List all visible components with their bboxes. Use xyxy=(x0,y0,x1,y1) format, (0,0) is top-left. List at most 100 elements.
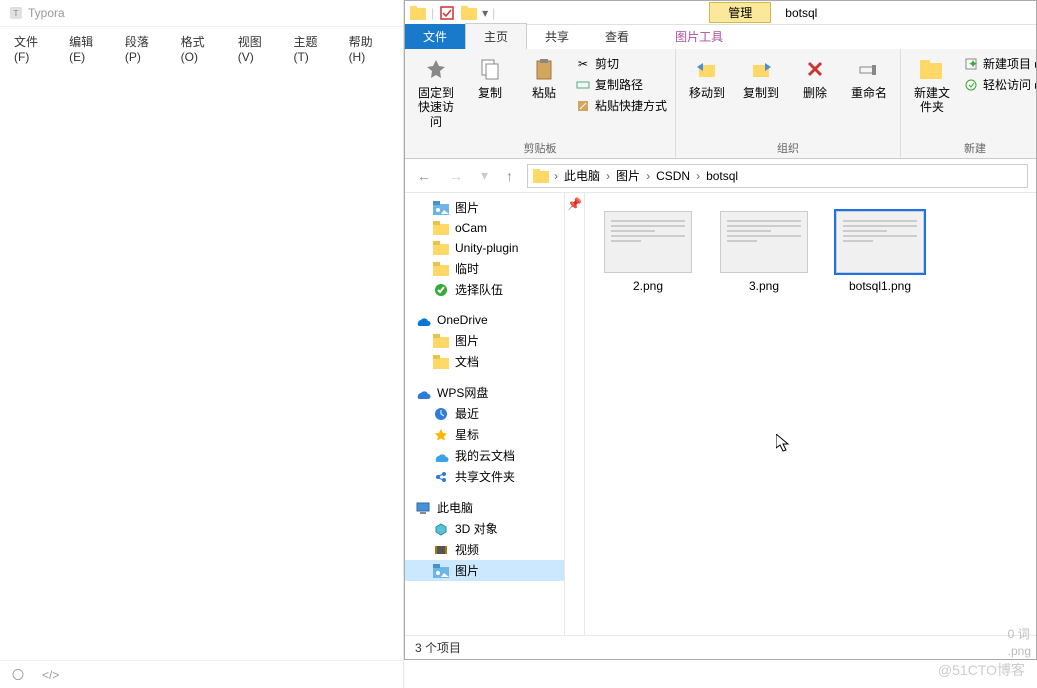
tree-item[interactable]: 选择队伍 xyxy=(405,279,564,300)
ribbon: 固定到快速访问 复制 粘贴 ✂剪切 复制路径 粘贴快捷方式 剪贴板 xyxy=(405,49,1036,159)
copy-to-button[interactable]: 复制到 xyxy=(736,52,786,102)
pin-icon xyxy=(421,54,451,84)
recent-dropdown[interactable]: ▾ xyxy=(477,165,492,186)
tree-item-label: 视频 xyxy=(455,541,479,558)
breadcrumb-csdn[interactable]: CSDN xyxy=(654,169,692,183)
tree-item[interactable]: 最近 xyxy=(405,403,564,424)
tab-file[interactable]: 文件 xyxy=(405,24,465,49)
address-bar[interactable]: › 此电脑 › 图片 › CSDN › botsql xyxy=(527,164,1028,188)
tree-item[interactable]: oCam xyxy=(405,218,564,238)
menu-theme[interactable]: 主题(T) xyxy=(287,31,338,66)
tab-home[interactable]: 主页 xyxy=(465,23,527,49)
menu-paragraph[interactable]: 段落(P) xyxy=(119,31,171,66)
copy-button[interactable]: 复制 xyxy=(465,52,515,102)
tree-item-label: 星标 xyxy=(455,426,479,443)
chevron-right-icon[interactable]: › xyxy=(646,169,650,183)
typora-app-icon: T xyxy=(10,7,22,19)
move-to-button[interactable]: 移动到 xyxy=(682,52,732,102)
file-list[interactable]: 2.png 3.png botsql1.png xyxy=(585,193,1036,635)
tree-item[interactable]: 临时 xyxy=(405,258,564,279)
folder-icon xyxy=(433,354,449,370)
newfolder-icon xyxy=(917,54,947,84)
tree-item[interactable]: 此电脑 xyxy=(405,497,564,518)
tab-share[interactable]: 共享 xyxy=(527,24,587,49)
tree-item-label: 共享文件夹 xyxy=(455,468,515,485)
typora-statusbar: 〇 </> xyxy=(0,660,403,688)
paste-shortcut-button[interactable]: 粘贴快捷方式 xyxy=(573,96,669,115)
cloud-icon xyxy=(433,448,449,464)
file-name: 3.png xyxy=(749,279,779,293)
share-icon xyxy=(433,469,449,485)
menu-format[interactable]: 格式(O) xyxy=(175,31,228,66)
tab-picture-tools[interactable]: 图片工具 xyxy=(657,24,741,49)
content-area: 图片oCamUnity-plugin临时选择队伍OneDrive图片文档WPS网… xyxy=(405,193,1036,635)
back-button[interactable]: ← xyxy=(413,166,435,186)
tree-item[interactable]: 星标 xyxy=(405,424,564,445)
typora-menubar: 文件(F) 编辑(E) 段落(P) 格式(O) 视图(V) 主题(T) 帮助(H… xyxy=(0,27,403,70)
navigation-tree[interactable]: 图片oCamUnity-plugin临时选择队伍OneDrive图片文档WPS网… xyxy=(405,193,565,635)
new-item-button[interactable]: ✦新建项目▸ xyxy=(961,54,1036,73)
delete-button[interactable]: 删除 xyxy=(790,52,840,102)
rename-button[interactable]: 重命名 xyxy=(844,52,894,102)
status-bar: 3 个项目 xyxy=(405,635,1036,659)
copy-path-button[interactable]: 复制路径 xyxy=(573,75,669,94)
navigation-bar: ← → ▾ ↑ › 此电脑 › 图片 › CSDN › botsql xyxy=(405,159,1036,193)
tree-item[interactable]: 我的云文档 xyxy=(405,445,564,466)
pin-to-quick-access-button[interactable]: 固定到快速访问 xyxy=(411,52,461,131)
quick-access-toolbar: | ▾ | 管理 botsql xyxy=(405,1,1036,25)
chevron-right-icon[interactable]: › xyxy=(696,169,700,183)
file-item[interactable]: 3.png xyxy=(711,211,817,293)
menu-help[interactable]: 帮助(H) xyxy=(343,31,395,66)
file-item[interactable]: botsql1.png xyxy=(827,211,933,293)
tree-item[interactable]: OneDrive xyxy=(405,310,564,330)
side-info: 0 词 .png xyxy=(1008,626,1031,660)
menu-edit[interactable]: 编辑(E) xyxy=(63,31,115,66)
file-item[interactable]: 2.png xyxy=(595,211,701,293)
easy-access-button[interactable]: 轻松访问▸ xyxy=(961,75,1036,94)
tree-item-label: Unity-plugin xyxy=(455,241,518,255)
folder-img-icon xyxy=(433,563,449,579)
breadcrumb-pictures[interactable]: 图片 xyxy=(614,167,642,184)
chevron-right-icon[interactable]: › xyxy=(606,169,610,183)
tree-item[interactable]: Unity-plugin xyxy=(405,238,564,258)
ribbon-group-new: 新建文件夹 ✦新建项目▸ 轻松访问▸ 新建 xyxy=(901,49,1036,158)
group-label-new: 新建 xyxy=(964,138,986,156)
qab-dropdown-icon[interactable]: ▾ xyxy=(482,6,488,20)
cut-button[interactable]: ✂剪切 xyxy=(573,54,669,73)
tab-view[interactable]: 查看 xyxy=(587,24,647,49)
tree-item[interactable]: 3D 对象 xyxy=(405,518,564,539)
paste-button[interactable]: 粘贴 xyxy=(519,52,569,102)
folder-icon xyxy=(433,261,449,277)
video-icon xyxy=(433,542,449,558)
tree-item[interactable]: 视频 xyxy=(405,539,564,560)
up-button[interactable]: ↑ xyxy=(502,166,517,186)
menu-file[interactable]: 文件(F) xyxy=(8,31,59,66)
ribbon-tabs: 文件 主页 共享 查看 图片工具 xyxy=(405,25,1036,49)
checkbox-icon[interactable] xyxy=(438,4,456,22)
check-icon xyxy=(433,282,449,298)
menu-view[interactable]: 视图(V) xyxy=(232,31,284,66)
tree-item[interactable]: 图片 xyxy=(405,560,564,581)
tree-item[interactable]: 共享文件夹 xyxy=(405,466,564,487)
forward-button[interactable]: → xyxy=(445,166,467,186)
new-folder-button[interactable]: 新建文件夹 xyxy=(907,52,957,117)
pin-icon: 📌 xyxy=(567,197,582,635)
file-name: 2.png xyxy=(633,279,663,293)
folder-img-icon xyxy=(433,200,449,216)
tree-item-label: 最近 xyxy=(455,405,479,422)
breadcrumb-pc[interactable]: 此电脑 xyxy=(562,167,602,184)
tree-item[interactable]: WPS网盘 xyxy=(405,382,564,403)
tree-item[interactable]: 文档 xyxy=(405,351,564,372)
moveto-icon xyxy=(692,54,722,84)
breadcrumb-botsql[interactable]: botsql xyxy=(704,169,740,183)
folder-icon-2 xyxy=(460,4,478,22)
file-thumbnail xyxy=(836,211,924,273)
tree-item[interactable]: 图片 xyxy=(405,197,564,218)
manage-context-tab[interactable]: 管理 xyxy=(709,2,771,23)
star-icon xyxy=(433,427,449,443)
status-source[interactable]: </> xyxy=(42,668,59,682)
tree-item[interactable]: 图片 xyxy=(405,330,564,351)
chevron-right-icon[interactable]: › xyxy=(554,169,558,183)
status-outline[interactable]: 〇 xyxy=(12,666,24,683)
paste-icon xyxy=(529,54,559,84)
